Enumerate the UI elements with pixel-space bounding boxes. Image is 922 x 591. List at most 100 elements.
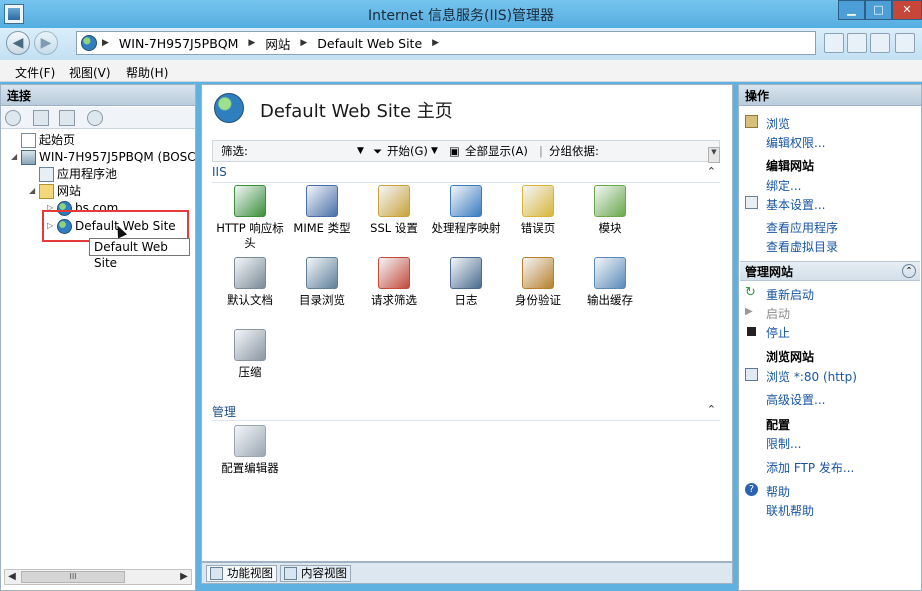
scroll-right-icon[interactable]: ▶: [177, 570, 191, 584]
tree-node-server[interactable]: ◢ WIN-7H957J5PBQM (BOSC: [11, 148, 196, 166]
feature-configuration-editor[interactable]: 配置编辑器: [214, 425, 286, 476]
configure-title: 配置: [766, 418, 791, 432]
tree-node-sites[interactable]: ◢ 网站: [29, 182, 81, 200]
feature-compression[interactable]: 压缩: [214, 329, 286, 380]
address-bar[interactable]: ▶ WIN-7H957J5PBQM ▶ 网站 ▶ Default Web Sit…: [76, 31, 816, 55]
sites-folder-icon: [39, 183, 54, 199]
menu-help[interactable]: 帮助(H): [126, 64, 168, 81]
action-bindings[interactable]: 绑定...: [766, 177, 801, 194]
show-all-icon: ▣: [449, 144, 460, 158]
horizontal-scrollbar[interactable]: ◀ III ▶: [4, 569, 192, 585]
action-start[interactable]: 启动: [766, 305, 790, 322]
manage-site-title: 管理网站: [745, 265, 794, 279]
feature-logging[interactable]: 日志: [430, 257, 502, 308]
action-browse[interactable]: 浏览: [766, 115, 790, 132]
collapse-chevron-icon[interactable]: ⌃: [707, 165, 716, 178]
tab-content-view[interactable]: 内容视图: [280, 565, 351, 582]
feature-output-caching[interactable]: 输出缓存: [574, 257, 646, 308]
close-button[interactable]: ✕: [892, 0, 922, 20]
menu-file[interactable]: 文件(F): [15, 64, 55, 81]
error-pages-icon: [522, 185, 554, 217]
feature-directory-browsing[interactable]: 目录浏览: [286, 257, 358, 308]
tree-node-app-pools[interactable]: 应用程序池: [29, 165, 117, 183]
output-caching-icon: [594, 257, 626, 289]
action-online-help[interactable]: 联机帮助: [766, 502, 814, 519]
content-view-icon: [284, 567, 297, 580]
action-help[interactable]: 帮助: [766, 483, 790, 500]
handler-mappings-icon: [450, 185, 482, 217]
disconnect-icon[interactable]: [87, 110, 103, 126]
breadcrumb-separator-icon: ▶: [102, 38, 109, 48]
restart-icon: ↻: [745, 285, 756, 300]
feature-mime-types[interactable]: MIME 类型: [286, 185, 358, 236]
feature-default-document[interactable]: 默认文档: [214, 257, 286, 308]
start-dropdown-icon[interactable]: ▼: [431, 141, 438, 161]
collapse-chevron-icon[interactable]: ⌃: [707, 403, 716, 416]
up-folder-icon[interactable]: [59, 110, 75, 126]
feature-modules[interactable]: 模块: [574, 185, 646, 236]
action-add-ftp-publishing[interactable]: 添加 FTP 发布...: [766, 459, 854, 476]
connect-icon[interactable]: [5, 110, 21, 126]
minimize-button[interactable]: ▁: [838, 0, 865, 20]
action-browse-80[interactable]: 浏览 *:80 (http): [766, 368, 857, 385]
forward-button[interactable]: ▶: [34, 31, 58, 55]
menu-bar: 文件(F) 视图(V) 帮助(H): [0, 60, 922, 82]
feature-label: MIME 类型: [293, 221, 351, 235]
browse-site-title: 浏览网站: [766, 350, 815, 364]
action-view-applications[interactable]: 查看应用程序: [766, 219, 838, 236]
action-basic-settings[interactable]: 基本设置...: [766, 196, 825, 213]
collapse-arrow-icon[interactable]: ◢: [29, 182, 39, 200]
stop-icon[interactable]: [847, 33, 867, 53]
action-edit-permissions[interactable]: 编辑权限...: [766, 134, 825, 151]
breadcrumb-separator-icon: ▶: [300, 38, 308, 48]
section-iis[interactable]: IIS ⌃: [212, 165, 720, 183]
modules-icon: [594, 185, 626, 217]
feature-handler-mappings[interactable]: 处理程序映射: [430, 185, 502, 236]
save-icon[interactable]: [33, 110, 49, 126]
feature-error-pages[interactable]: 错误页: [502, 185, 574, 236]
feature-scroll-icon[interactable]: ▼: [708, 147, 720, 163]
compression-icon: [234, 329, 266, 361]
breadcrumb-sites[interactable]: 网站: [265, 34, 290, 53]
feature-request-filtering[interactable]: 请求筛选: [358, 257, 430, 308]
feature-label: 默认文档: [227, 293, 273, 307]
group-by-label[interactable]: 分组依据:: [549, 141, 599, 161]
page-title: Default Web Site 主页: [260, 101, 453, 122]
tree-node-start-page[interactable]: 起始页: [11, 131, 75, 149]
section-management-label: 管理: [212, 405, 237, 419]
scroll-thumb[interactable]: III: [21, 571, 125, 583]
tab-features-view[interactable]: 功能视图: [206, 565, 277, 582]
feature-label: 输出缓存: [587, 293, 633, 307]
feature-http-headers[interactable]: HTTP 响应标头: [214, 185, 286, 251]
maximize-button[interactable]: □: [865, 0, 892, 20]
action-view-virtual-directories[interactable]: 查看虚拟目录: [766, 238, 838, 255]
back-button[interactable]: ◀: [6, 31, 30, 55]
breadcrumb-site[interactable]: Default Web Site: [317, 36, 422, 51]
feature-authentication[interactable]: 身份验证: [502, 257, 574, 308]
breadcrumb-server[interactable]: WIN-7H957J5PBQM: [119, 36, 239, 51]
refresh-icon[interactable]: [824, 33, 844, 53]
filter-dropdown-icon[interactable]: ▼: [357, 141, 364, 161]
tree-label: 网站: [57, 184, 82, 198]
action-restart[interactable]: 重新启动: [766, 286, 814, 303]
collapse-up-icon[interactable]: ⌃: [902, 264, 916, 278]
action-advanced-settings[interactable]: 高级设置...: [766, 391, 825, 408]
scroll-left-icon[interactable]: ◀: [5, 570, 19, 584]
collapse-arrow-icon[interactable]: ◢: [11, 148, 21, 166]
home-icon[interactable]: [870, 33, 890, 53]
manage-site-header[interactable]: 管理网站 ⌃: [740, 261, 920, 281]
configuration-editor-icon: [234, 425, 266, 457]
help-icon[interactable]: [895, 33, 915, 53]
feature-lock[interactable]: SSL 设置: [358, 185, 430, 236]
start-filter-button[interactable]: 开始(G): [387, 141, 428, 161]
section-management[interactable]: 管理 ⌃: [212, 403, 720, 421]
window-title: Internet 信息服务(IIS)管理器: [367, 8, 555, 24]
navigation-bar: ◀ ▶ ▶ WIN-7H957J5PBQM ▶ 网站 ▶ Default Web…: [0, 28, 922, 60]
action-stop[interactable]: 停止: [766, 324, 790, 341]
logging-icon: [450, 257, 482, 289]
show-all-button[interactable]: 全部显示(A): [465, 141, 528, 161]
browse-icon: [745, 115, 758, 128]
action-limits[interactable]: 限制...: [766, 435, 801, 452]
menu-view[interactable]: 视图(V): [69, 64, 111, 81]
feature-label: 请求筛选: [371, 293, 417, 307]
